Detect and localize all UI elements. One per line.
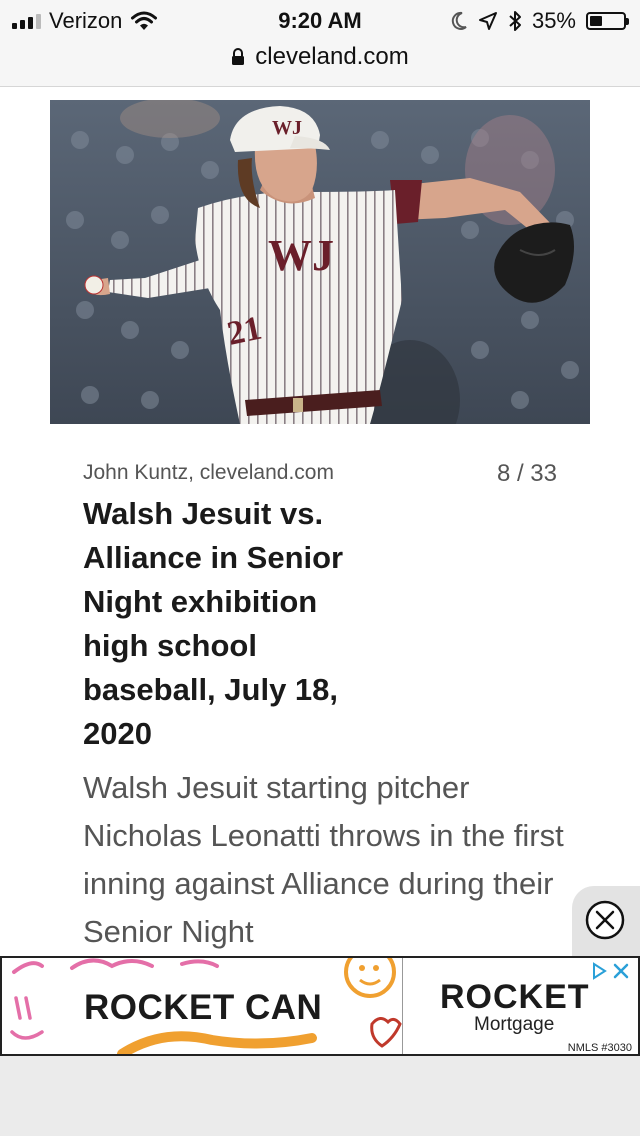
bluetooth-icon — [509, 11, 521, 31]
ad-left-text: ROCKET CAN — [84, 988, 323, 1027]
battery-icon — [586, 12, 629, 30]
battery-percent: 35% — [531, 8, 576, 33]
ad-banner[interactable]: ROCKET CAN ROCKET Mortgage NMLS #3030 — [0, 956, 640, 1056]
pitcher-photo-illustration: WJ 21 WJ — [50, 100, 590, 424]
ad-brand-text: ROCKET — [440, 978, 590, 1016]
ad-nmls: NMLS #3030 — [567, 1042, 632, 1054]
photo-credit: John Kuntz, cleveland.com — [83, 461, 334, 484]
gallery-counter: 8 / 33 — [496, 460, 557, 487]
url-text[interactable]: cleveland.com — [255, 43, 408, 71]
adchoices[interactable] — [590, 962, 630, 980]
url-bar[interactable]: cleveland.com — [0, 40, 640, 74]
ad-dismiss-x-icon[interactable] — [612, 962, 630, 980]
adchoices-icon[interactable] — [590, 962, 608, 980]
gallery-photo[interactable]: WJ 21 WJ — [50, 100, 590, 424]
status-right: 35% — [450, 8, 629, 34]
ad-left-panel[interactable]: ROCKET CAN — [0, 958, 403, 1054]
photo-description: Walsh Jesuit starting pitcher Nicholas L… — [83, 770, 564, 949]
status-bar: Verizon 9:20 AM 35% cleveland.com — [0, 0, 640, 87]
ad-brand-sub: Mortgage — [474, 1014, 555, 1035]
location-arrow-icon — [478, 12, 497, 30]
gallery-headline: Walsh Jesuit vs. Alliance in Senior Nigh… — [83, 496, 344, 751]
jersey-logo: WJ — [268, 231, 334, 280]
moon-icon — [451, 11, 467, 30]
bottom-area — [0, 1056, 640, 1136]
lock-icon — [232, 48, 245, 65]
ad-right-panel[interactable]: ROCKET Mortgage NMLS #3030 — [404, 958, 640, 1054]
close-circle-icon[interactable] — [584, 899, 626, 941]
cap-logo: WJ — [272, 117, 302, 139]
